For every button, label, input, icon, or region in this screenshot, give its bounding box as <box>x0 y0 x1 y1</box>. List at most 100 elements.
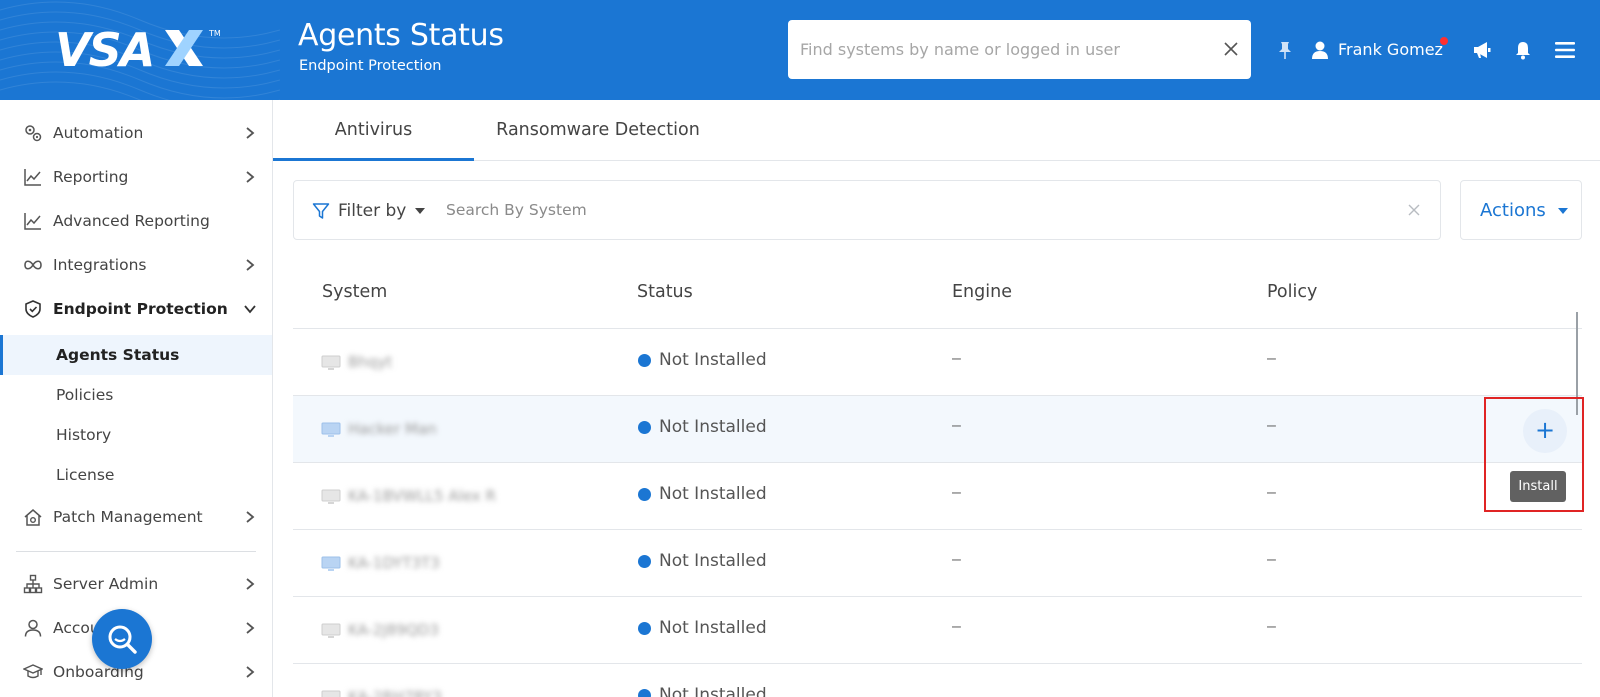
status-dot <box>638 487 651 501</box>
sidebar-subitem-label: Agents Status <box>56 346 180 364</box>
tab-ransomware-detection[interactable]: Ransomware Detection <box>474 100 722 161</box>
graduation-cap-icon <box>23 664 43 679</box>
engine-cell: – <box>952 551 961 568</box>
table-row[interactable]: Hacker Man Not Installed – – <box>293 395 1582 462</box>
filter-by-dropdown[interactable]: Filter by <box>312 200 426 222</box>
chevron-right-icon <box>246 666 255 678</box>
monitor-icon <box>321 556 341 571</box>
column-header-system[interactable]: System <box>322 282 387 302</box>
vsax-logo[interactable]: VSA TM <box>55 22 225 74</box>
filter-bar: Filter by <box>293 180 1441 240</box>
policy-cell: – <box>1267 417 1276 434</box>
table-row[interactable]: KA-2J89QD3 Not Installed – – <box>293 596 1582 663</box>
gears-icon <box>25 125 42 142</box>
funnel-icon <box>312 203 330 219</box>
chart-line-icon <box>24 213 41 230</box>
status-text: Not Installed <box>659 484 767 504</box>
global-search-box <box>788 20 1251 79</box>
search-help-button[interactable] <box>92 609 152 669</box>
policy-cell: – <box>1267 350 1276 367</box>
system-cell[interactable]: KA-1BVWLL5 Alex R <box>321 485 521 509</box>
chevron-right-icon <box>246 622 255 634</box>
status-cell: Not Installed <box>638 484 767 504</box>
chevron-down-icon <box>244 305 256 314</box>
status-text: Not Installed <box>659 417 767 437</box>
engine-cell: – <box>952 417 961 434</box>
status-text: Not Installed <box>659 551 767 571</box>
actions-label: Actions <box>1480 200 1546 221</box>
system-cell[interactable]: KA-2J89QD3 <box>321 619 521 643</box>
sidebar-item-endpoint-protection[interactable]: Endpoint Protection <box>0 289 273 329</box>
user-name[interactable]: Frank Gomez <box>1338 40 1443 59</box>
system-name: KA-2RH7RY3 <box>348 688 442 697</box>
pin-icon[interactable] <box>1275 40 1295 60</box>
status-cell: Not Installed <box>638 685 767 697</box>
sidebar-subitem-license[interactable]: License <box>0 455 272 495</box>
table-row[interactable]: KA-1DYT3T3 Not Installed – – <box>293 529 1582 596</box>
sidebar-subitem-label: History <box>56 426 112 444</box>
table-row[interactable]: Bhqyt Not Installed – – <box>293 328 1582 395</box>
column-header-status[interactable]: Status <box>637 282 693 302</box>
table-row[interactable]: KA-1BVWLL5 Alex R Not Installed – – <box>293 462 1582 529</box>
user-icon <box>24 619 42 637</box>
sidebar-subitem-agents-status[interactable]: Agents Status <box>0 335 272 375</box>
status-text: Not Installed <box>659 618 767 638</box>
system-name: KA-2J89QD3 <box>348 621 439 639</box>
status-dot <box>638 420 651 434</box>
status-cell: Not Installed <box>638 417 767 437</box>
close-icon[interactable] <box>1408 204 1420 216</box>
megaphone-icon[interactable] <box>1472 40 1492 60</box>
sidebar-item-label: Endpoint Protection <box>53 300 228 318</box>
system-name: Hacker Man <box>348 420 437 438</box>
caret-down-icon <box>415 208 426 214</box>
column-header-policy[interactable]: Policy <box>1267 282 1317 302</box>
status-cell: Not Installed <box>638 551 767 571</box>
system-search-input[interactable] <box>446 181 1346 239</box>
sidebar-item-automation[interactable]: Automation <box>0 113 273 153</box>
sidebar-divider <box>16 551 256 552</box>
chevron-right-icon <box>246 259 255 271</box>
system-cell[interactable]: KA-1DYT3T3 <box>321 552 521 576</box>
sidebar-item-label: Patch Management <box>53 508 203 526</box>
sidebar-item-patch-management[interactable]: Patch Management <box>0 497 273 537</box>
tab-antivirus[interactable]: Antivirus <box>273 100 474 161</box>
column-header-engine[interactable]: Engine <box>952 282 1012 302</box>
install-button[interactable]: + <box>1523 409 1567 453</box>
hamburger-menu-icon[interactable] <box>1554 39 1576 61</box>
sidebar-item-label: Advanced Reporting <box>53 212 210 230</box>
caret-down-icon <box>1558 208 1568 214</box>
sidebar-subitem-policies[interactable]: Policies <box>0 375 272 415</box>
sidebar-item-label: Automation <box>53 124 144 142</box>
sidebar-subitem-history[interactable]: History <box>0 415 272 455</box>
house-gear-icon <box>24 509 42 526</box>
sidebar-item-label: Integrations <box>53 256 147 274</box>
bell-icon[interactable] <box>1513 40 1533 60</box>
policy-cell: – <box>1267 551 1276 568</box>
sidebar-item-label: Server Admin <box>53 575 159 593</box>
table-row[interactable]: KA-2RH7RY3 Not Installed <box>293 663 1582 697</box>
chevron-right-icon <box>246 171 255 183</box>
sidebar-item-server-admin[interactable]: Server Admin <box>0 564 273 604</box>
sitemap-icon <box>23 574 43 594</box>
status-text: Not Installed <box>659 350 767 370</box>
system-cell[interactable]: Hacker Man <box>321 418 521 442</box>
actions-button[interactable]: Actions <box>1460 180 1582 240</box>
policy-cell: – <box>1267 484 1276 501</box>
sidebar-item-reporting[interactable]: Reporting <box>0 157 273 197</box>
sidebar-item-advanced-reporting[interactable]: Advanced Reporting <box>0 201 273 241</box>
user-icon[interactable] <box>1310 40 1330 60</box>
status-dot <box>638 554 651 568</box>
close-icon[interactable] <box>1223 41 1239 57</box>
chart-line-icon <box>24 169 41 186</box>
engine-cell: – <box>952 484 961 501</box>
tab-bar: Antivirus Ransomware Detection <box>273 100 1600 161</box>
system-name: KA-1DYT3T3 <box>348 554 440 572</box>
status-dot <box>638 621 651 635</box>
sidebar-item-integrations[interactable]: Integrations <box>0 245 273 285</box>
global-search-input[interactable] <box>800 20 1220 79</box>
system-cell[interactable]: KA-2RH7RY3 <box>321 686 521 697</box>
system-cell[interactable]: Bhqyt <box>321 351 521 375</box>
monitor-icon <box>321 623 341 638</box>
top-header: VSA TM Agents Status Endpoint Protection… <box>0 0 1600 100</box>
system-name: Bhqyt <box>348 353 393 371</box>
